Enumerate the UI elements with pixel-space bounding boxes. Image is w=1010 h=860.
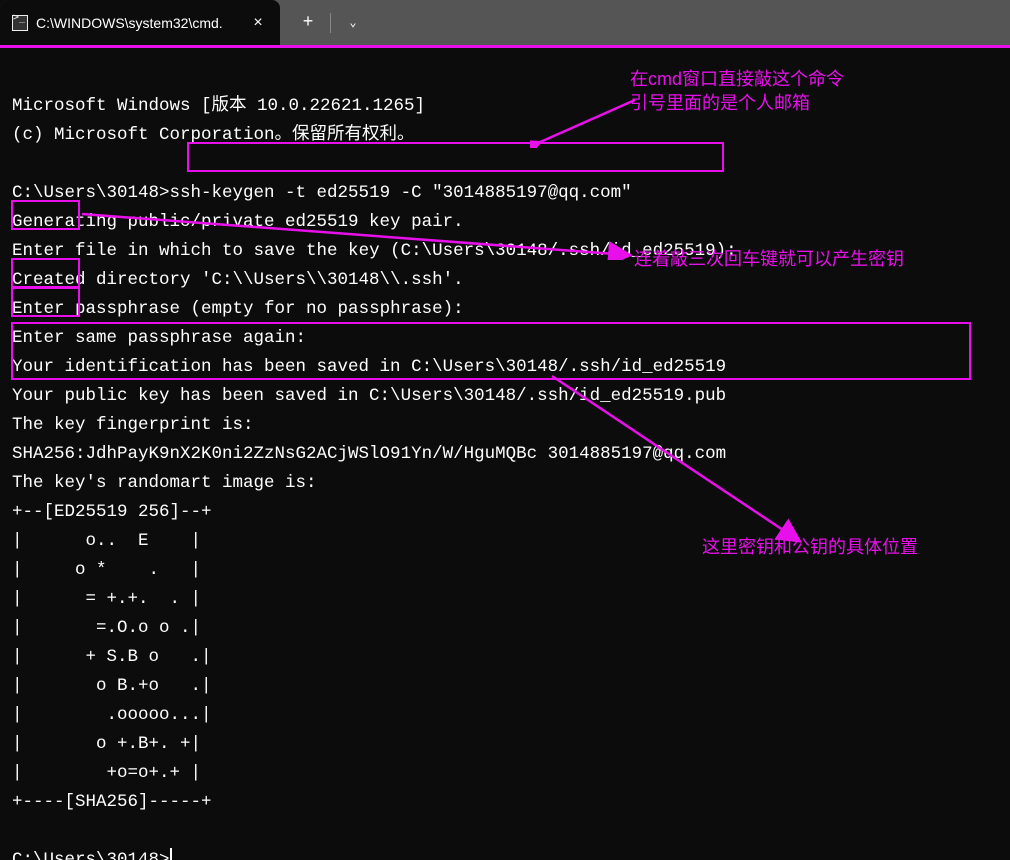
randomart-line: | +o=o+.+ | bbox=[12, 763, 201, 783]
randomart-line: +----[SHA256]-----+ bbox=[12, 792, 212, 812]
annotation-enter: 连着敲三次回车键就可以产生密钥 bbox=[634, 247, 904, 271]
output-enter-word: Enter bbox=[12, 241, 65, 261]
cmd-icon bbox=[12, 15, 28, 31]
randomart-line: | o.. E | bbox=[12, 531, 201, 551]
terminal[interactable]: Microsoft Windows [版本 10.0.22621.1265] (… bbox=[0, 51, 1010, 860]
output-line: The key fingerprint is: bbox=[12, 415, 254, 435]
output-line: Created directory 'C:\\Users\\30148\\.ss… bbox=[12, 270, 464, 290]
output-line: Generating public/private ed25519 key pa… bbox=[12, 212, 464, 232]
annotation-command: 在cmd窗口直接敲这个命令引号里面的是个人邮箱 bbox=[630, 67, 844, 115]
output-line: same passphrase again: bbox=[65, 328, 307, 348]
titlebar: C:\WINDOWS\system32\cmd. × + ⌄ bbox=[0, 0, 1010, 48]
banner-line: Microsoft Windows [版本 10.0.22621.1265] bbox=[12, 96, 425, 116]
divider bbox=[330, 13, 331, 33]
randomart-line: | = +.+. . | bbox=[12, 589, 201, 609]
close-tab-button[interactable]: × bbox=[248, 13, 268, 33]
tab[interactable]: C:\WINDOWS\system32\cmd. × bbox=[0, 0, 280, 45]
new-tab-button[interactable]: + bbox=[288, 3, 328, 43]
randomart-line: | .ooooo...| bbox=[12, 705, 212, 725]
banner-line: (c) Microsoft Corporation。保留所有权利。 bbox=[12, 125, 415, 145]
titlebar-actions: + ⌄ bbox=[280, 0, 373, 45]
prompt: C:\Users\30148> bbox=[12, 183, 170, 203]
tab-title: C:\WINDOWS\system32\cmd. bbox=[36, 15, 240, 31]
command: ssh-keygen -t ed25519 -C "3014885197@qq.… bbox=[170, 183, 632, 203]
output-line: passphrase (empty for no passphrase): bbox=[65, 299, 464, 319]
output-enter-word: Enter bbox=[12, 299, 65, 319]
randomart-line: | o * . | bbox=[12, 560, 201, 580]
output-saved-pub: Your public key has been saved in C:\Use… bbox=[12, 386, 726, 406]
randomart-line: | + S.B o .| bbox=[12, 647, 212, 667]
randomart-line: +--[ED25519 256]--+ bbox=[12, 502, 212, 522]
randomart-line: | o +.B+. +| bbox=[12, 734, 201, 754]
output-line: SHA256:JdhPayK9nX2K0ni2ZzNsG2ACjWSlO91Yn… bbox=[12, 444, 726, 464]
cursor bbox=[170, 848, 172, 860]
randomart-line: | =.O.o o .| bbox=[12, 618, 201, 638]
dropdown-button[interactable]: ⌄ bbox=[333, 3, 373, 43]
output-saved-id: Your identification has been saved in C:… bbox=[12, 357, 726, 377]
annotation-paths: 这里密钥和公钥的具体位置 bbox=[702, 535, 918, 559]
output-enter-word: Enter bbox=[12, 328, 65, 348]
prompt: C:\Users\30148> bbox=[12, 850, 170, 860]
output-line: The key's randomart image is: bbox=[12, 473, 317, 493]
randomart-line: | o B.+o .| bbox=[12, 676, 212, 696]
